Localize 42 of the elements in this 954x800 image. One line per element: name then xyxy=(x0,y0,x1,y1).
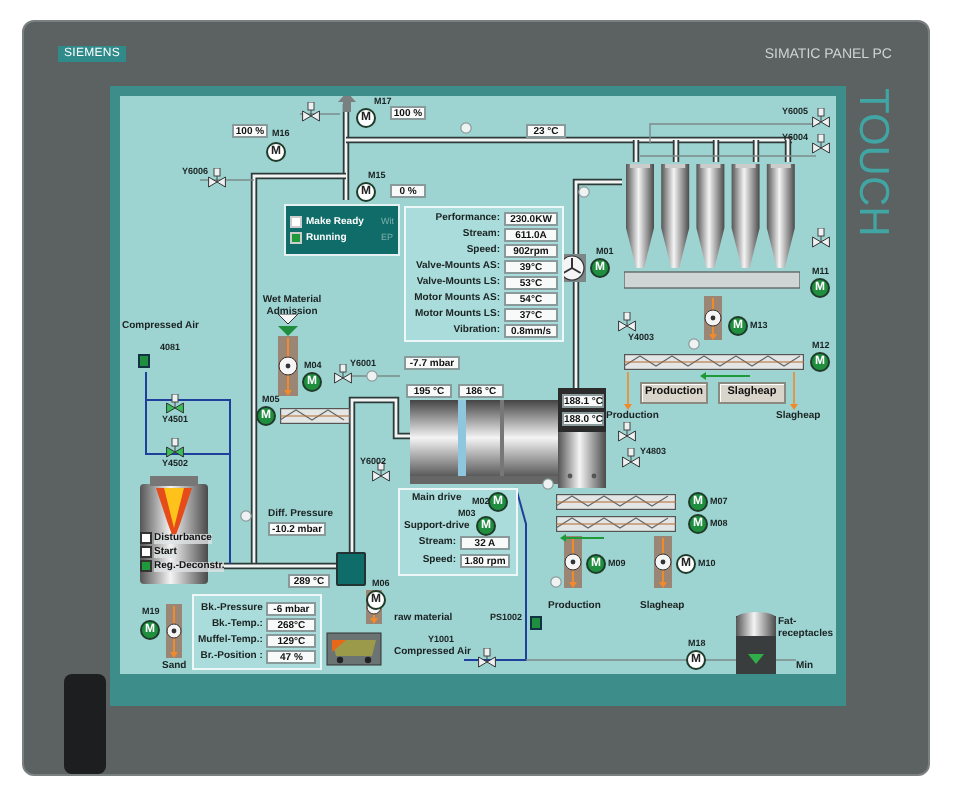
lamp-icon xyxy=(366,370,378,382)
screw-conveyor-drawing xyxy=(280,408,350,424)
separator-tank xyxy=(336,552,366,586)
signal-line xyxy=(349,375,401,377)
fat-bin-drawing xyxy=(736,612,776,674)
lamp-icon xyxy=(240,510,252,522)
lamp-icon xyxy=(688,338,700,350)
sensor-icon xyxy=(530,616,542,630)
valve-icon[interactable] xyxy=(617,422,635,442)
lamp-icon xyxy=(460,122,472,134)
valve-icon[interactable] xyxy=(477,648,495,668)
valve-icon[interactable] xyxy=(165,438,183,458)
valve-icon[interactable] xyxy=(621,448,639,468)
valve-icon[interactable] xyxy=(165,394,183,414)
valve-icon[interactable] xyxy=(333,364,351,384)
touch-label: TOUCH xyxy=(852,88,894,237)
screw-conveyor-drawing xyxy=(556,516,676,532)
valve-icon[interactable] xyxy=(207,168,225,188)
lamp-icon xyxy=(542,478,554,490)
rotary-feeder-drawing xyxy=(704,296,722,340)
lamp-icon xyxy=(550,576,562,588)
flow-arrow-icon xyxy=(624,372,632,410)
rotary-feeder-drawing xyxy=(278,336,298,396)
flow-arrow-icon xyxy=(700,372,750,380)
valve-icon[interactable] xyxy=(301,102,319,122)
valve-icon[interactable] xyxy=(617,312,635,332)
screw-conveyor-drawing xyxy=(556,494,676,510)
lamp-icon xyxy=(578,186,590,198)
flow-arrow-icon xyxy=(560,534,604,542)
valve-icon[interactable] xyxy=(371,462,389,482)
signal-line xyxy=(199,179,255,181)
rotary-feeder-drawing xyxy=(166,604,182,658)
valve-icon[interactable] xyxy=(811,134,829,154)
hopper-icon xyxy=(278,314,298,336)
valve-icon[interactable] xyxy=(811,108,829,128)
rotary-feeder-drawing xyxy=(654,536,672,588)
valve-icon[interactable] xyxy=(811,228,829,248)
sensor-icon xyxy=(138,354,150,368)
signal-line xyxy=(299,113,341,115)
flow-arrow-icon xyxy=(790,372,798,410)
rotary-feeder-drawing xyxy=(564,536,582,588)
dump-truck-drawing xyxy=(326,632,382,666)
